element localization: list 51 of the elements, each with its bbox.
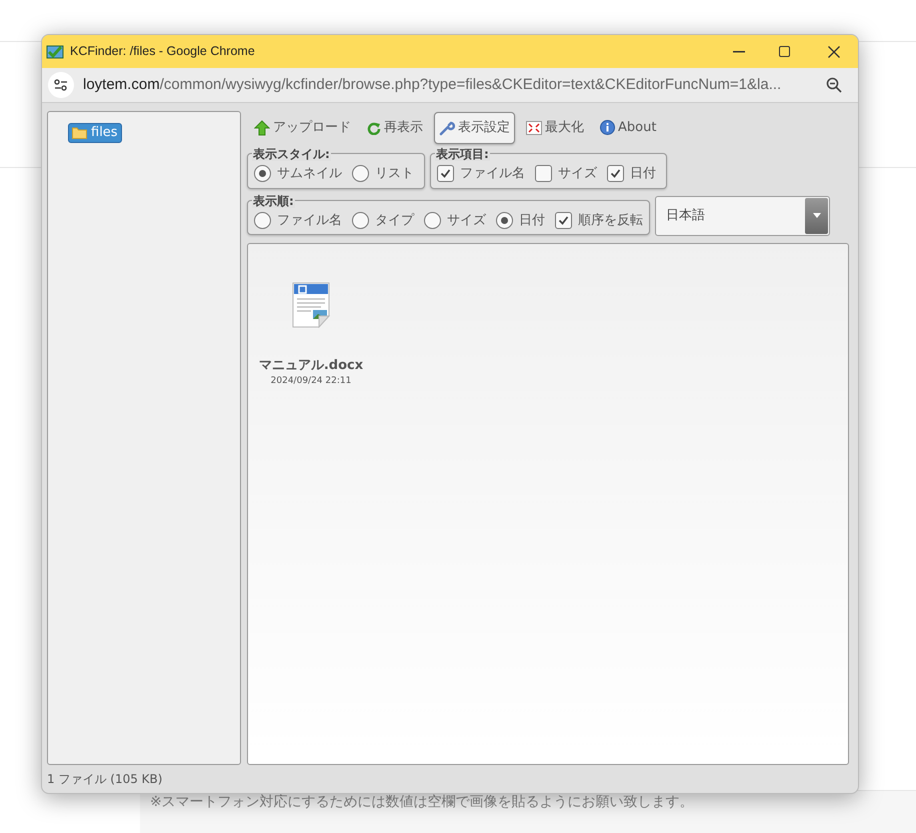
language-select[interactable]: 日本語	[655, 196, 830, 236]
radio-button[interactable]	[254, 212, 271, 229]
option-label: サイズ	[447, 212, 486, 230]
group-legend: 表示順:	[252, 194, 295, 208]
maximize-icon	[526, 120, 542, 134]
checkmark-icon	[440, 168, 451, 180]
radio-button[interactable]	[352, 212, 369, 229]
radio-button[interactable]	[496, 212, 513, 229]
option-label: 日付	[519, 212, 545, 230]
info-icon	[600, 120, 615, 135]
wrench-icon	[439, 120, 455, 136]
minimize-icon[interactable]	[733, 50, 745, 52]
group-legend: 表示スタイル:	[252, 147, 331, 161]
radio-button[interactable]	[254, 165, 271, 182]
option-label: タイプ	[375, 212, 414, 230]
option-label: 順序を反転	[578, 212, 643, 230]
document-icon[interactable]	[291, 282, 331, 328]
option-label: ファイル名	[277, 212, 342, 230]
file-date: 2024/09/24 22:11	[270, 375, 352, 388]
file-name: マニュアル.docx	[258, 356, 364, 374]
toolbar-button[interactable]: アップロード	[249, 112, 356, 144]
checkbox[interactable]	[555, 212, 572, 229]
radio-button[interactable]	[424, 212, 441, 229]
option-label: 日付	[630, 165, 656, 183]
checkbox[interactable]	[607, 165, 624, 182]
toolbar-button[interactable]: About	[595, 112, 662, 144]
checkmark-icon	[558, 214, 569, 226]
folder-item[interactable]: files	[68, 123, 122, 143]
option-label: サムネイル	[277, 165, 342, 183]
page-note: ※スマートフォン対応にするためには数値は空欄で画像を貼るようにお願い致します。	[149, 793, 695, 812]
toolbar-button[interactable]: 最大化	[521, 112, 589, 144]
refresh-icon	[367, 120, 381, 134]
app-icon	[46, 44, 64, 60]
group-legend: 表示項目:	[435, 147, 490, 161]
option-label: サイズ	[558, 165, 597, 183]
radio-button[interactable]	[352, 165, 369, 182]
option-label: リスト	[375, 165, 414, 183]
checkbox[interactable]	[437, 165, 454, 182]
status-bar-text: 1 ファイル (105 KB)	[47, 771, 162, 788]
zoom-icon[interactable]	[826, 77, 842, 93]
checkmark-icon	[610, 168, 621, 180]
maximize-window-icon[interactable]	[779, 46, 790, 57]
option-label: ファイル名	[460, 165, 525, 183]
up-arrow-icon	[254, 120, 270, 136]
folder-icon	[72, 127, 87, 139]
window-title: KCFinder: /files - Google Chrome	[70, 43, 255, 60]
toolbar-button[interactable]: 表示設定	[434, 112, 515, 144]
checkbox[interactable]	[535, 165, 552, 182]
close-icon[interactable]	[828, 46, 840, 58]
toolbar-button[interactable]: 再表示	[362, 112, 428, 144]
site-settings-icon[interactable]	[48, 72, 74, 98]
